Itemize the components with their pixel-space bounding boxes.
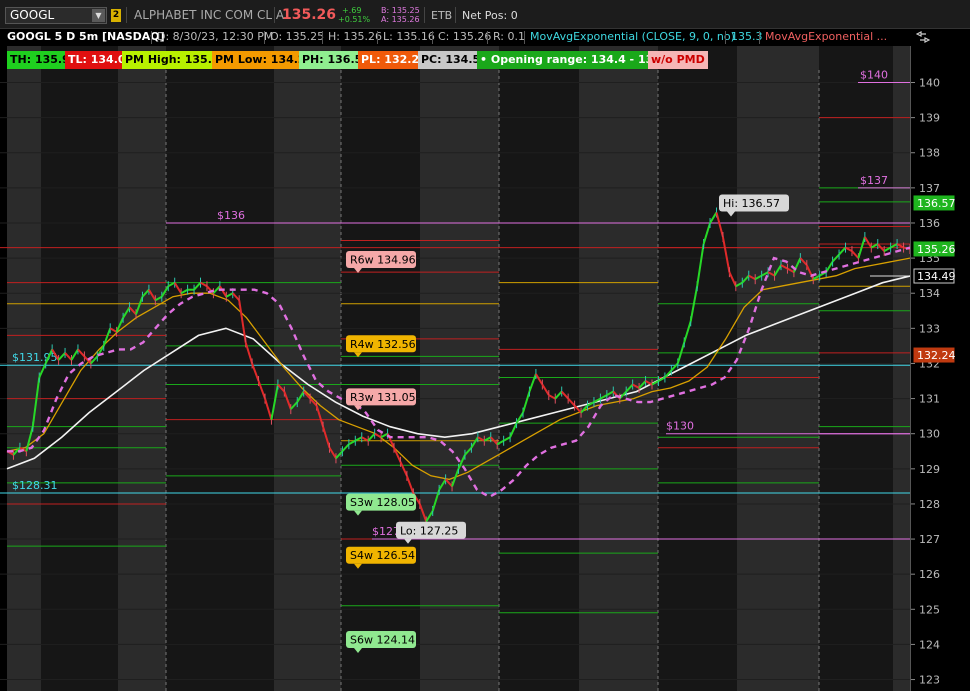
ask-price: A: 135.26 [381, 15, 420, 24]
symbol-toolbar: GOOGL ▼ 2 ALPHABET INC COM CL A 135.26 +… [0, 0, 970, 29]
bar-high: H: 135.26 [328, 30, 382, 43]
price-axis-canvas: 1231241251261271281291301311321331341351… [911, 77, 956, 687]
axis-tick-label: 140 [919, 77, 940, 90]
symbol-text: GOOGL [10, 8, 55, 22]
divider [151, 31, 152, 44]
divider [377, 31, 378, 44]
bubble-label: S4w 126.54 [350, 549, 415, 562]
axis-tick-label: 126 [919, 568, 940, 581]
divider [264, 31, 265, 44]
study-ema9-label[interactable]: MovAvgExponential (CLOSE, 9, 0, no) [530, 29, 735, 45]
study-ema2-label[interactable]: MovAvgExponential ... [765, 29, 887, 45]
bar-range: R: 0.1 [493, 30, 526, 43]
axis-tick-label: 130 [919, 428, 940, 441]
session-stripe [819, 46, 893, 691]
bubble-label: S3w 128.05 [350, 496, 415, 509]
session-stripe [41, 46, 118, 691]
divider [725, 31, 726, 44]
axis-price-tag-label: 132.24 [917, 349, 956, 362]
divider [126, 7, 127, 23]
session-stripe [7, 46, 41, 691]
level-label: $140 [860, 69, 888, 82]
divider [274, 7, 275, 23]
divider [322, 31, 323, 44]
bar-open: O: 135.25 [270, 30, 325, 43]
link-group-badge[interactable]: 2 [111, 9, 121, 22]
bubble-label: R3w 131.05 [350, 391, 416, 404]
chevron-down-icon[interactable]: ▼ [92, 9, 105, 22]
chart-settings-icon[interactable] [916, 31, 930, 43]
axis-tick-label: 137 [919, 182, 940, 195]
study-label[interactable]: w/o PMD [648, 51, 708, 69]
level-label: $127 [372, 525, 400, 538]
session-stripe [579, 46, 658, 691]
price-axis[interactable]: 123 124 125 126 127 128 129 130 131 132 133 134 135 1… [910, 46, 970, 691]
axis-price-tag-label: 135.26 [917, 243, 956, 256]
session-stripe [118, 46, 166, 691]
axis-tick-label: 131 [919, 393, 940, 406]
bubble-label: S6w 124.14 [350, 634, 415, 647]
bubble-label: Lo: 127.25 [400, 524, 458, 537]
axis-tick-label: 129 [919, 463, 940, 476]
net-change: +.69 [342, 6, 362, 15]
last-price: 135.26 [282, 7, 337, 23]
price-chart[interactable]: $140 $137 $136 $131.95 $130 $128.31 $127 R6w 13… [0, 46, 911, 691]
session-stripe [658, 46, 737, 691]
chart-canvas[interactable]: $140$137$136$131.95$130$128.31$127R6w 13… [0, 46, 911, 691]
level-label: $128.31 [12, 479, 58, 492]
bar-low: L: 135.16 [383, 30, 435, 43]
axis-tick-label: 139 [919, 112, 940, 125]
level-label: $130 [666, 420, 694, 433]
axis-tick-label: 123 [919, 674, 940, 687]
company-name: ALPHABET INC COM CL A [134, 8, 285, 22]
divider [487, 31, 488, 44]
session-stripe [420, 46, 499, 691]
axis-tick-label: 136 [919, 217, 940, 230]
divider [432, 31, 433, 44]
session-stripe [893, 46, 910, 691]
bubble-label: R6w 134.96 [350, 254, 416, 267]
session-stripe [737, 46, 819, 691]
bid-price: B: 135.25 [381, 6, 420, 15]
etb-indicator: ETB [431, 9, 453, 22]
session-stripe [166, 46, 274, 691]
study-ema9-value: 135.3 [731, 30, 763, 43]
divider [455, 7, 456, 23]
symbol-selector[interactable]: GOOGL ▼ [5, 7, 107, 24]
net-position: Net Pos: 0 [462, 9, 518, 22]
bubble-label: R4w 132.56 [350, 338, 416, 351]
level-label: $136 [217, 209, 245, 222]
percent-change: +0.51% [338, 15, 371, 24]
bar-close: C: 135.26 [438, 30, 492, 43]
axis-tick-label: 127 [919, 533, 940, 546]
axis-tick-label: 138 [919, 147, 940, 160]
axis-tick-label: 133 [919, 322, 940, 335]
chart-info-bar: GOOGL 5 D 5m [NASDAQ] D: 8/30/23, 12:30 … [0, 29, 910, 46]
axis-tick-label: 134 [919, 287, 940, 300]
axis-price-tag-label: 134.49 [917, 270, 956, 283]
level-label: $137 [860, 174, 888, 187]
axis-tick-label: 124 [919, 638, 940, 651]
axis-tick-label: 125 [919, 603, 940, 616]
axis-tick-label: 128 [919, 498, 940, 511]
axis-price-tag-label: 136.57 [917, 197, 956, 210]
divider [424, 7, 425, 23]
session-stripe [341, 46, 420, 691]
bubble-label: Hi: 136.57 [723, 197, 780, 210]
session-stripe [499, 46, 579, 691]
chart-title[interactable]: GOOGL 5 D 5m [NASDAQ] [7, 29, 165, 45]
divider [524, 31, 525, 44]
bar-date: D: 8/30/23, 12:30 PM [157, 30, 274, 43]
divider [759, 31, 760, 44]
